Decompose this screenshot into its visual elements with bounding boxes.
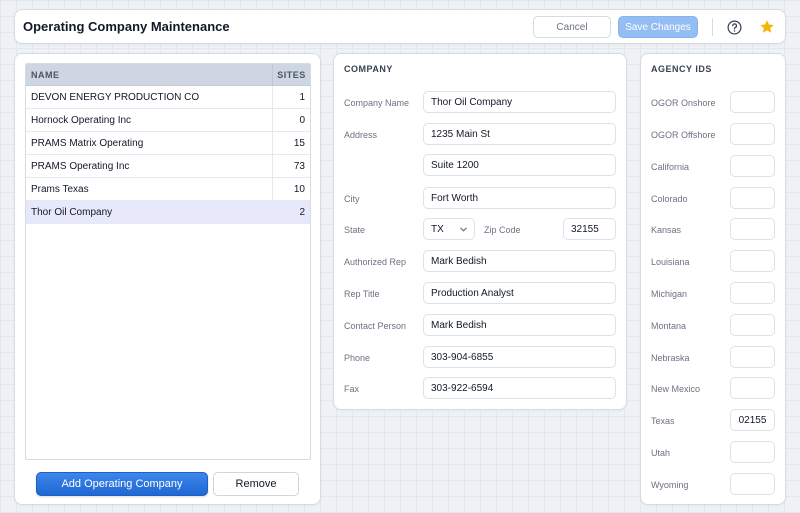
agency-input-colorado[interactable] bbox=[730, 187, 775, 209]
authorized-rep-input[interactable]: Mark Bedish bbox=[423, 250, 616, 272]
rep-title-input[interactable]: Production Analyst bbox=[423, 282, 616, 304]
header-bar: Operating Company Maintenance Cancel Sav… bbox=[14, 9, 786, 44]
agency-label-michigan: Michigan bbox=[651, 289, 688, 299]
add-operating-company-button[interactable]: Add Operating Company bbox=[36, 472, 208, 496]
row-name: PRAMS Matrix Operating bbox=[31, 137, 144, 149]
agency-label-utah: Utah bbox=[651, 448, 671, 458]
rep-title-label: Rep Title bbox=[344, 289, 380, 299]
fax-label: Fax bbox=[344, 384, 360, 394]
table-row[interactable]: PRAMS Matrix Operating 15 bbox=[26, 132, 310, 155]
remove-button[interactable]: Remove bbox=[213, 472, 299, 496]
table-row[interactable]: PRAMS Operating Inc 73 bbox=[26, 155, 310, 178]
agency-label-new-mexico: New Mexico bbox=[651, 384, 701, 394]
city-input[interactable]: Fort Worth bbox=[423, 187, 616, 209]
table-header: NAME SITES bbox=[26, 64, 310, 86]
agency-input-wyoming[interactable] bbox=[730, 473, 775, 495]
agency-input-utah[interactable] bbox=[730, 441, 775, 463]
agency-label-colorado: Colorado bbox=[651, 194, 688, 204]
agency-input-michigan[interactable] bbox=[730, 282, 775, 304]
agency-input-montana[interactable] bbox=[730, 314, 775, 336]
section-title-company: COMPANY bbox=[344, 64, 393, 74]
row-sites: 10 bbox=[272, 178, 310, 200]
row-sites: 15 bbox=[272, 132, 310, 154]
contact-person-input[interactable]: Mark Bedish bbox=[423, 314, 616, 336]
address-line1-input[interactable]: 1235 Main St bbox=[423, 123, 616, 145]
table-row[interactable]: Hornock Operating Inc 0 bbox=[26, 109, 310, 132]
help-circle-icon[interactable] bbox=[727, 20, 742, 35]
authorized-rep-label: Authorized Rep bbox=[344, 257, 407, 267]
column-header-name[interactable]: NAME bbox=[26, 70, 272, 80]
agency-input-louisiana[interactable] bbox=[730, 250, 775, 272]
company-table: NAME SITES DEVON ENERGY PRODUCTION CO 1 … bbox=[25, 63, 311, 460]
agency-label-wyoming: Wyoming bbox=[651, 480, 689, 490]
agency-input-kansas[interactable] bbox=[730, 218, 775, 240]
state-label: State bbox=[344, 225, 366, 235]
column-header-sites[interactable]: SITES bbox=[272, 64, 310, 85]
address-label: Address bbox=[344, 130, 378, 140]
zip-code-label: Zip Code bbox=[484, 225, 521, 235]
page-title: Operating Company Maintenance bbox=[23, 19, 230, 34]
agency-label-louisiana: Louisiana bbox=[651, 257, 690, 267]
address-line2-input[interactable]: Suite 1200 bbox=[423, 154, 616, 176]
row-sites: 1 bbox=[272, 86, 310, 108]
agency-input-california[interactable] bbox=[730, 155, 775, 177]
phone-label: Phone bbox=[344, 353, 371, 363]
agency-label-ogor-offshore: OGOR Offshore bbox=[651, 130, 716, 140]
row-sites: 73 bbox=[272, 155, 310, 177]
zip-code-input[interactable]: 32155 bbox=[563, 218, 616, 240]
row-name: PRAMS Operating Inc bbox=[31, 160, 130, 172]
agency-label-montana: Montana bbox=[651, 321, 687, 331]
agency-input-texas[interactable]: 02155 bbox=[730, 409, 775, 431]
agency-input-nebraska[interactable] bbox=[730, 346, 775, 368]
contact-person-label: Contact Person bbox=[344, 321, 407, 331]
city-label: City bbox=[344, 194, 360, 204]
agency-ids-panel: AGENCY IDS OGOR Onshore OGOR Offshore Ca… bbox=[640, 53, 786, 505]
state-value: TX bbox=[431, 223, 444, 235]
chevron-down-icon bbox=[460, 227, 467, 232]
agency-label-california: California bbox=[651, 162, 690, 172]
row-name: Prams Texas bbox=[31, 183, 89, 195]
cancel-button[interactable]: Cancel bbox=[533, 16, 611, 38]
save-changes-button[interactable]: Save Changes bbox=[618, 16, 698, 38]
agency-label-texas: Texas bbox=[651, 416, 675, 426]
header-divider bbox=[712, 18, 713, 36]
table-row[interactable]: DEVON ENERGY PRODUCTION CO 1 bbox=[26, 86, 310, 109]
company-form-panel: COMPANY Company Name Thor Oil Company Ad… bbox=[333, 53, 627, 410]
row-name: Hornock Operating Inc bbox=[31, 114, 132, 126]
agency-label-nebraska: Nebraska bbox=[651, 353, 690, 363]
agency-input-new-mexico[interactable] bbox=[730, 377, 775, 399]
company-name-label: Company Name bbox=[344, 98, 410, 108]
table-row[interactable]: Prams Texas 10 bbox=[26, 178, 310, 201]
row-name: DEVON ENERGY PRODUCTION CO bbox=[31, 91, 200, 103]
state-select[interactable]: TX bbox=[423, 218, 475, 240]
table-row-selected[interactable]: Thor Oil Company 2 bbox=[26, 201, 310, 224]
row-sites: 0 bbox=[272, 109, 310, 131]
row-sites: 2 bbox=[272, 201, 310, 223]
company-list-panel: NAME SITES DEVON ENERGY PRODUCTION CO 1 … bbox=[14, 53, 321, 505]
row-name: Thor Oil Company bbox=[31, 206, 113, 218]
phone-input[interactable]: 303-904-6855 bbox=[423, 346, 616, 368]
section-title-agency-ids: AGENCY IDS bbox=[651, 64, 712, 74]
agency-label-kansas: Kansas bbox=[651, 225, 682, 235]
company-name-input[interactable]: Thor Oil Company bbox=[423, 91, 616, 113]
agency-input-ogor-offshore[interactable] bbox=[730, 123, 775, 145]
agency-input-ogor-onshore[interactable] bbox=[730, 91, 775, 113]
fax-input[interactable]: 303-922-6594 bbox=[423, 377, 616, 399]
agency-label-ogor-onshore: OGOR Onshore bbox=[651, 98, 716, 108]
star-icon[interactable] bbox=[759, 19, 775, 35]
